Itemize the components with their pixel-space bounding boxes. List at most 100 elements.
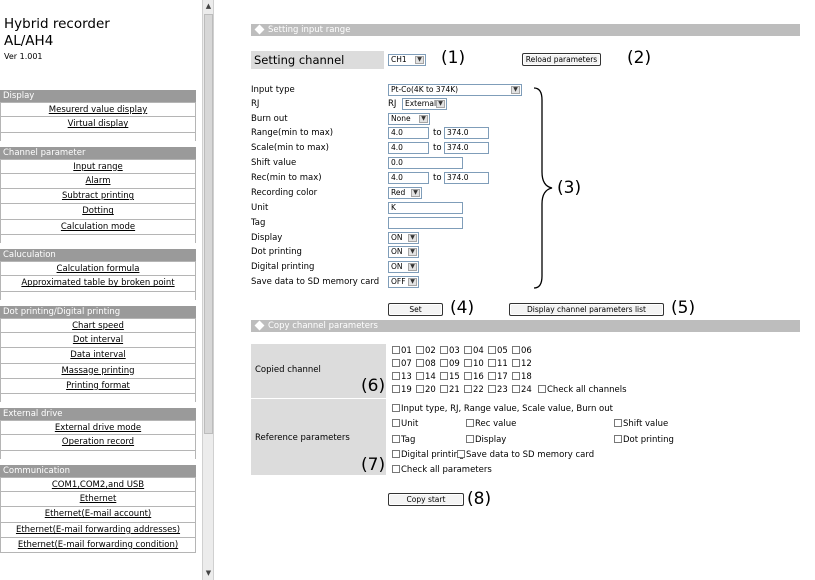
channel-checkbox[interactable]: 04 — [464, 345, 484, 357]
channel-checkbox[interactable]: 14 — [416, 371, 436, 383]
channel-checkbox[interactable]: 09 — [440, 358, 460, 370]
set-button[interactable]: Set — [388, 303, 443, 316]
dot-printing-select[interactable]: ON ▼ — [388, 246, 419, 258]
sidebar-item[interactable]: Subtract printing — [0, 189, 196, 205]
sidebar-item[interactable]: Data interval — [0, 348, 196, 364]
display-parameters-list-button[interactable]: Display channel parameters list — [509, 303, 664, 316]
sidebar-item[interactable]: Alarm — [0, 173, 196, 190]
nav-spacer — [0, 132, 196, 141]
ref-shift-checkbox[interactable]: Shift value — [614, 418, 668, 430]
sidebar-item[interactable]: Virtual display — [0, 117, 196, 133]
unit-input[interactable]: K — [388, 202, 463, 214]
range-min-input[interactable]: 4.0 — [388, 127, 429, 139]
reference-params-label: Reference parameters — [255, 433, 350, 443]
copy-start-button[interactable]: Copy start — [388, 493, 464, 506]
sidebar-item[interactable]: COM1,COM2,and USB — [0, 476, 196, 493]
channel-checkbox[interactable]: 17 — [488, 371, 508, 383]
nav-spacer — [0, 394, 196, 403]
chevron-down-icon: ▼ — [436, 100, 445, 108]
sidebar-item[interactable]: Dotting — [0, 204, 196, 220]
channel-checkbox[interactable]: 18 — [512, 371, 532, 383]
rec-min-input[interactable]: 4.0 — [388, 172, 429, 184]
ref-check-all-checkbox[interactable]: Check all parameters — [392, 464, 492, 476]
tag-input[interactable] — [388, 217, 463, 229]
scale-min-input[interactable]: 4.0 — [388, 142, 429, 154]
scrollbar-thumb[interactable] — [204, 14, 213, 434]
sidebar-item[interactable]: Approximated table by broken point — [0, 276, 196, 292]
digital-printing-select[interactable]: ON ▼ — [388, 261, 419, 273]
sidebar-item[interactable]: Ethernet(E-mail forwarding condition) — [0, 537, 196, 554]
sidebar-item[interactable]: Calculation formula — [0, 261, 196, 277]
check-all-channels-checkbox[interactable]: Check all channels — [538, 384, 627, 396]
rec-max-input[interactable]: 374.0 — [444, 172, 489, 184]
channel-checkbox[interactable]: 12 — [512, 358, 532, 370]
channel-checkbox[interactable]: 05 — [488, 345, 508, 357]
sidebar-item[interactable]: Dot interval — [0, 332, 196, 349]
chevron-down-icon: ▼ — [408, 234, 417, 242]
channel-checkbox[interactable]: 13 — [392, 371, 412, 383]
ref-dot-printing-checkbox[interactable]: Dot printing — [614, 434, 674, 446]
channel-checkbox[interactable]: 22 — [464, 384, 484, 396]
ref-tag-checkbox[interactable]: Tag — [392, 434, 415, 446]
callout-2: (2) — [627, 48, 652, 68]
callout-5: (5) — [671, 298, 696, 318]
channel-checkbox[interactable]: 23 — [488, 384, 508, 396]
sidebar-item[interactable]: Operation record — [0, 435, 196, 451]
save-sd-select[interactable]: OFF ▼ — [388, 276, 419, 288]
sidebar-item[interactable]: Ethernet — [0, 492, 196, 508]
rj-select[interactable]: External ▼ — [402, 98, 447, 110]
sidebar-item[interactable]: Ethernet(E-mail account) — [0, 507, 196, 523]
ref-rec-checkbox[interactable]: Rec value — [466, 418, 516, 430]
burn-out-select[interactable]: None ▼ — [388, 113, 430, 125]
shift-value-label: Shift value — [251, 158, 297, 168]
sidebar-item[interactable]: Calculation mode — [0, 219, 196, 236]
ref-display-checkbox[interactable]: Display — [466, 434, 506, 446]
sidebar-item[interactable]: Ethernet(E-mail forwarding addresses) — [0, 522, 196, 538]
scale-to-label: to — [433, 143, 442, 153]
channel-checkbox[interactable]: 10 — [464, 358, 484, 370]
range-max-input[interactable]: 374.0 — [444, 127, 489, 139]
save-sd-label: Save data to SD memory card — [251, 277, 380, 287]
channel-checkbox[interactable]: 07 — [392, 358, 412, 370]
callout-3: (3) — [557, 178, 582, 198]
display-select[interactable]: ON ▼ — [388, 232, 419, 244]
nav-group-header: Display — [0, 90, 196, 102]
scroll-up-icon[interactable]: ▲ — [204, 1, 213, 11]
channel-select[interactable]: CH1 ▼ — [388, 54, 426, 66]
diamond-icon — [254, 24, 265, 35]
input-type-select[interactable]: Pt-Co(4K to 374K) ▼ — [388, 84, 522, 96]
channel-checkbox[interactable]: 15 — [440, 371, 460, 383]
recording-color-select[interactable]: Red ▼ — [388, 187, 422, 199]
channel-checkbox[interactable]: 08 — [416, 358, 436, 370]
sidebar-scrollbar[interactable]: ▲ ▼ — [202, 0, 214, 580]
channel-checkbox[interactable]: 03 — [440, 345, 460, 357]
channel-checkbox[interactable]: 11 — [488, 358, 508, 370]
burn-out-label: Burn out — [251, 114, 288, 124]
reload-parameters-button[interactable]: Reload parameters — [522, 53, 601, 66]
channel-checkbox[interactable]: 20 — [416, 384, 436, 396]
scale-max-input[interactable]: 374.0 — [444, 142, 489, 154]
scroll-down-icon[interactable]: ▼ — [204, 568, 213, 578]
sidebar-item[interactable]: External drive mode — [0, 420, 196, 436]
channel-checkbox[interactable]: 02 — [416, 345, 436, 357]
channel-checkbox[interactable]: 19 — [392, 384, 412, 396]
sidebar-item[interactable]: Mesurerd value display — [0, 102, 196, 118]
ref-unit-checkbox[interactable]: Unit — [392, 418, 418, 430]
channel-checkbox[interactable]: 21 — [440, 384, 460, 396]
sidebar-item[interactable]: Printing format — [0, 378, 196, 395]
nav-spacer — [0, 235, 196, 244]
ref-digital-printing-checkbox[interactable]: Digital printing — [392, 449, 464, 461]
channel-checkbox[interactable]: 06 — [512, 345, 532, 357]
channel-checkbox[interactable]: 01 — [392, 345, 412, 357]
ref-input-type-checkbox[interactable]: Input type, RJ, Range value, Scale value… — [392, 403, 613, 415]
tag-label: Tag — [251, 218, 266, 228]
unit-label: Unit — [251, 203, 269, 213]
chevron-down-icon: ▼ — [408, 263, 417, 271]
channel-checkbox[interactable]: 24 — [512, 384, 532, 396]
ref-save-sd-checkbox[interactable]: Save data to SD memory card — [457, 449, 594, 461]
sidebar-item[interactable]: Input range — [0, 158, 196, 174]
sidebar-item[interactable]: Chart speed — [0, 317, 196, 333]
channel-checkbox[interactable]: 16 — [464, 371, 484, 383]
shift-value-input[interactable]: 0.0 — [388, 157, 463, 169]
sidebar-item[interactable]: Massage printing — [0, 363, 196, 379]
